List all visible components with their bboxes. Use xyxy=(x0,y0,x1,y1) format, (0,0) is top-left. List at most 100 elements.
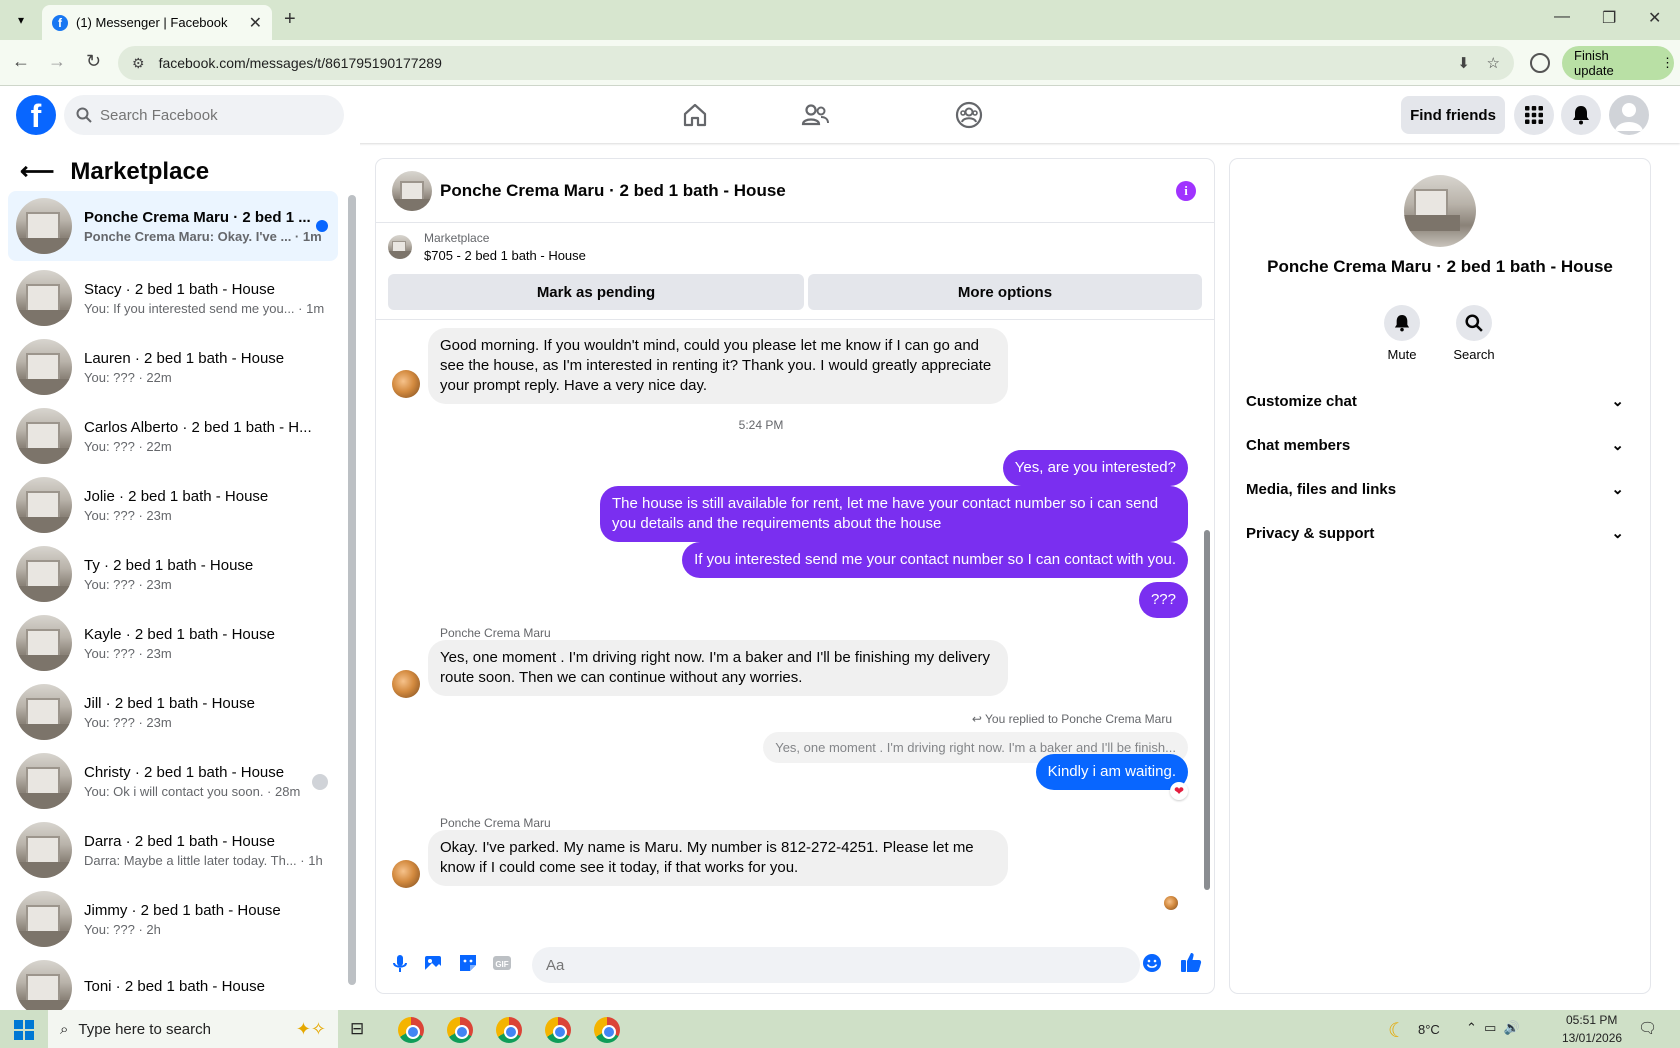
close-tab-icon[interactable]: ✕ xyxy=(249,13,262,33)
microphone-icon[interactable] xyxy=(390,953,410,973)
svg-text:GIF: GIF xyxy=(495,960,508,969)
browser-tab-bar: ▾ f (1) Messenger | Facebook ✕ + — ❐ ✕ xyxy=(0,0,1680,40)
conversation-preview: You: ??? · 23m xyxy=(84,576,172,592)
find-friends-button[interactable]: Find friends xyxy=(1401,96,1505,134)
marketplace-heading: ⟵ Marketplace xyxy=(20,157,209,186)
tab-title: (1) Messenger | Facebook xyxy=(76,15,228,30)
back-arrow-icon[interactable]: ⟵ xyxy=(20,157,54,186)
close-window-icon[interactable]: ✕ xyxy=(1648,8,1661,28)
search-input[interactable] xyxy=(100,106,320,124)
chrome-app-icon[interactable] xyxy=(447,1017,473,1043)
info-icon[interactable]: i xyxy=(1176,181,1196,201)
listing-thumbnail xyxy=(16,753,72,809)
listing-bar[interactable]: Marketplace $705 - 2 bed 1 bath - House xyxy=(388,231,586,263)
search-box[interactable] xyxy=(64,95,344,135)
account-avatar[interactable] xyxy=(1609,95,1649,135)
conversation-item[interactable]: Carlos Alberto · 2 bed 1 bath - H... You:… xyxy=(8,401,338,471)
temperature: 8°C xyxy=(1418,1022,1440,1037)
conversation-name: Carlos Alberto · 2 bed 1 bath - H... xyxy=(84,418,312,436)
url-bar[interactable]: ⚙ facebook.com/messages/t/86179519017728… xyxy=(118,46,1514,80)
mute-button[interactable]: Mute xyxy=(1372,305,1432,362)
profile-icon[interactable] xyxy=(1530,53,1550,73)
conversation-preview: You: ??? · 23m xyxy=(84,507,172,523)
conversation-name: Christy · 2 bed 1 bath - House xyxy=(84,763,285,781)
reply-indicator: ↩ You replied to Ponche Crema Maru xyxy=(971,712,1172,726)
conversation-item[interactable]: Stacy · 2 bed 1 bath - House You: If you … xyxy=(8,263,338,333)
site-info-icon[interactable]: ⚙ xyxy=(132,55,145,72)
new-tab-icon[interactable]: + xyxy=(284,8,296,31)
conversation-preview: You: ??? · 22m xyxy=(84,369,172,385)
home-icon[interactable] xyxy=(680,100,710,130)
message-input[interactable] xyxy=(532,947,1140,983)
menu-grid-icon[interactable] xyxy=(1514,95,1554,135)
mark-pending-button[interactable]: Mark as pending xyxy=(388,274,804,310)
conversation-item[interactable]: Ty · 2 bed 1 bath - House You: ??? · 23m xyxy=(8,539,338,609)
photo-icon[interactable] xyxy=(424,953,444,973)
chrome-app-icon[interactable] xyxy=(496,1017,522,1043)
customize-chat-section[interactable]: Customize chat ⌄ xyxy=(1246,379,1634,423)
windows-taskbar: ⌕ Type here to search ✦✧ ⊟ ☾ 8°C ⌃ ▭ 🔊 0… xyxy=(0,1010,1680,1048)
media-files-section[interactable]: Media, files and links ⌄ xyxy=(1246,467,1634,511)
groups-icon[interactable] xyxy=(954,100,984,130)
facebook-logo-icon[interactable]: f xyxy=(16,95,56,135)
task-view-icon[interactable]: ⊟ xyxy=(350,1019,364,1039)
url-text: facebook.com/messages/t/861795190177289 xyxy=(158,55,442,71)
bell-icon xyxy=(1394,315,1410,332)
windows-start-icon[interactable] xyxy=(14,1020,34,1040)
conversation-item[interactable]: Lauren · 2 bed 1 bath - House You: ??? · … xyxy=(8,332,338,402)
taskbar-search[interactable]: ⌕ Type here to search ✦✧ xyxy=(48,1010,338,1048)
reload-icon[interactable]: ↻ xyxy=(86,51,101,72)
address-toolbar: ← → ↻ ⚙ facebook.com/messages/t/86179519… xyxy=(0,40,1680,86)
tab-search-button[interactable]: ▾ xyxy=(10,9,32,31)
conversation-item[interactable]: Christy · 2 bed 1 bath - House You: Ok i … xyxy=(8,746,338,816)
more-options-button[interactable]: More options xyxy=(808,274,1202,310)
conversation-item[interactable]: Kayle · 2 bed 1 bath - House You: ??? · 2… xyxy=(8,608,338,678)
incoming-message: Yes, one moment . I'm driving right now.… xyxy=(428,640,1008,696)
finish-update-button[interactable]: Finish update ⋮ xyxy=(1562,46,1674,80)
gif-icon[interactable]: GIF xyxy=(492,953,512,973)
conversation-item[interactable]: Jolie · 2 bed 1 bath - House You: ??? · 2… xyxy=(8,470,338,540)
message-composer: GIF xyxy=(376,933,1214,993)
notification-center-icon[interactable]: 🗨 xyxy=(1638,1019,1657,1037)
browser-tab[interactable]: f (1) Messenger | Facebook ✕ xyxy=(42,5,272,40)
conversation-item[interactable]: Ponche Crema Maru · 2 bed 1 ... Ponche Cr… xyxy=(8,191,338,261)
privacy-support-section[interactable]: Privacy & support ⌄ xyxy=(1246,511,1634,555)
heart-reaction-icon[interactable]: ❤ xyxy=(1170,782,1188,800)
conversation-item[interactable]: Jill · 2 bed 1 bath - House You: ??? · 23… xyxy=(8,677,338,747)
minimize-icon[interactable]: — xyxy=(1554,8,1570,26)
search-in-chat-button[interactable]: Search xyxy=(1444,305,1504,362)
chrome-app-icon[interactable] xyxy=(545,1017,571,1043)
chat-listing-thumbnail xyxy=(392,170,432,211)
conversation-preview: You: Ok i will contact you soon. · 28m xyxy=(84,783,301,799)
like-thumb-icon[interactable] xyxy=(1180,951,1202,973)
forward-icon[interactable]: → xyxy=(48,51,66,72)
chrome-app-icon[interactable] xyxy=(398,1017,424,1043)
chat-header[interactable]: Ponche Crema Maru · 2 bed 1 bath - House… xyxy=(376,159,1214,223)
back-icon[interactable]: ← xyxy=(12,51,30,72)
sidebar-title: Marketplace xyxy=(70,157,210,185)
listing-thumbnail xyxy=(16,960,72,1010)
chrome-app-icon[interactable] xyxy=(594,1017,620,1043)
conversation-name: Jolie · 2 bed 1 bath - House xyxy=(84,487,269,505)
emoji-icon[interactable] xyxy=(1142,953,1162,973)
conversation-item[interactable]: Darra · 2 bed 1 bath - House Darra: Maybe… xyxy=(8,815,338,885)
sender-name: Ponche Crema Maru xyxy=(440,626,551,640)
bookmark-star-icon[interactable]: ⬇ ☆ xyxy=(1457,54,1500,72)
conversation-preview: You: If you interested send me you... · … xyxy=(84,300,324,316)
listing-thumbnail xyxy=(16,684,72,740)
weather-moon-icon[interactable]: ☾ xyxy=(1388,1018,1406,1043)
chat-members-section[interactable]: Chat members ⌄ xyxy=(1246,423,1634,467)
conversation-name: Ponche Crema Maru · 2 bed 1 ... xyxy=(84,208,311,226)
conversation-item[interactable]: Jimmy · 2 bed 1 bath - House You: ??? · 2… xyxy=(8,884,338,954)
facebook-header: f Find friends xyxy=(0,86,1680,143)
restore-icon[interactable]: ❐ xyxy=(1602,8,1616,28)
sidebar-scrollbar[interactable] xyxy=(348,195,356,985)
conversation-item[interactable]: Toni · 2 bed 1 bath - House xyxy=(8,953,338,1010)
chat-scrollbar[interactable] xyxy=(1204,530,1210,890)
notifications-icon[interactable] xyxy=(1561,95,1601,135)
outgoing-message: If you interested send me your contact n… xyxy=(682,542,1188,578)
friends-icon[interactable] xyxy=(800,100,830,130)
chevron-down-icon: ⌄ xyxy=(1611,393,1624,410)
sticker-icon[interactable] xyxy=(458,953,478,973)
tray-icons[interactable]: ⌃ ▭ 🔊 xyxy=(1466,1020,1520,1036)
